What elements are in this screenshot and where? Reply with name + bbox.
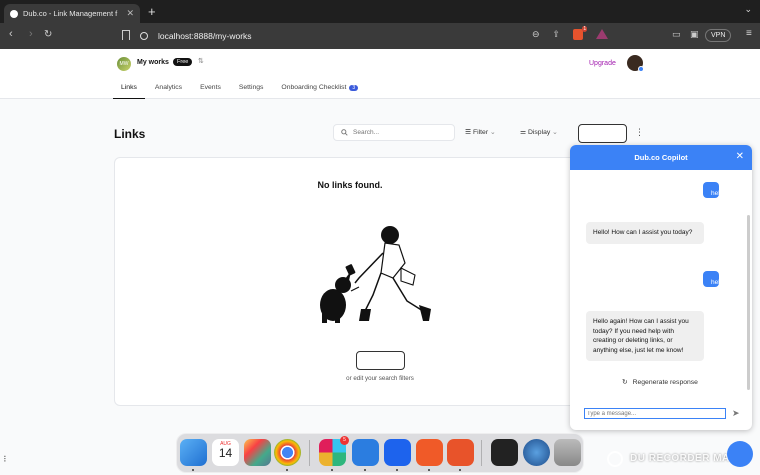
- tab-onboarding-checklist[interactable]: Onboarding Checklist 3: [273, 80, 366, 99]
- workspace-tabs: Links Analytics Events Settings Onboardi…: [113, 80, 368, 99]
- filter-icon: ☰: [465, 129, 472, 136]
- vscode-icon[interactable]: [352, 439, 379, 466]
- dub-favicon-icon: [10, 9, 18, 18]
- more-options-icon[interactable]: ⋮: [635, 127, 644, 138]
- regenerate-label: Regenerate response: [632, 379, 698, 386]
- chrome-icon[interactable]: [274, 439, 301, 466]
- wallet-icon[interactable]: ▣: [690, 29, 699, 40]
- bookmark-icon[interactable]: [122, 30, 130, 40]
- tab-label: Analytics: [154, 84, 183, 91]
- tab-dropdown-icon[interactable]: ⌄: [744, 4, 752, 15]
- page-title: Links: [114, 127, 146, 141]
- docker-icon[interactable]: [384, 439, 411, 466]
- browser-tab-bar: Dub.co - Link Management f ✕ + ⌄: [0, 0, 760, 23]
- create-link-placeholder-button[interactable]: [356, 351, 405, 370]
- share-icon[interactable]: ⇪: [553, 29, 561, 40]
- tab-label: Settings: [238, 84, 264, 91]
- vpn-button[interactable]: VPN: [705, 29, 732, 42]
- checklist-count-badge: 3: [349, 85, 359, 91]
- empty-state-subtitle: or edit your search filters: [346, 375, 414, 382]
- tab-label: Links: [121, 84, 137, 91]
- send-icon[interactable]: ➤: [732, 408, 740, 419]
- brave-rewards-icon[interactable]: [596, 29, 609, 39]
- du-recorder-icon[interactable]: [447, 439, 474, 466]
- display-label: Display: [527, 129, 551, 136]
- forward-icon[interactable]: ›: [29, 28, 33, 40]
- brave-shields-badge: 1: [582, 26, 588, 32]
- tab-label: Events: [200, 84, 221, 91]
- browser-menu-icon[interactable]: ≡: [746, 28, 752, 39]
- refresh-icon: ↻: [622, 379, 628, 386]
- folder-icon[interactable]: [491, 439, 518, 466]
- calendar-icon[interactable]: AUG 14: [212, 439, 239, 466]
- tab-settings[interactable]: Settings: [231, 80, 272, 99]
- browser-tab-title: Dub.co - Link Management f: [23, 9, 118, 18]
- status-dot: [638, 66, 644, 72]
- close-tab-icon[interactable]: ✕: [126, 8, 134, 19]
- plan-badge: Free: [173, 58, 193, 66]
- tab-analytics[interactable]: Analytics: [147, 80, 190, 99]
- upgrade-link[interactable]: Upgrade: [589, 60, 616, 67]
- app-header: MW My works Free ⇅ Upgrade Links Analyti…: [0, 49, 760, 99]
- filter-label: Filter: [472, 129, 489, 136]
- search-box[interactable]: [333, 124, 455, 141]
- bot-message: Hello! How can I assist you today?: [586, 222, 704, 244]
- recorder-watermark-icon: [607, 451, 623, 467]
- zoom-icon[interactable]: ⊖: [532, 29, 540, 40]
- regenerate-button[interactable]: ↻ Regenerate response: [622, 378, 698, 386]
- sliders-icon: ⚌: [520, 129, 527, 136]
- brave-shields-icon[interactable]: 1: [573, 26, 588, 40]
- recorder-watermark: DU RECORDER MAC: [630, 453, 738, 464]
- user-avatar[interactable]: [627, 55, 644, 72]
- search-icon: [341, 129, 348, 136]
- url-text: localhost:8888/my-works: [158, 31, 252, 41]
- search-input[interactable]: [353, 129, 448, 136]
- tab-links[interactable]: Links: [113, 80, 145, 99]
- brave-browser-icon[interactable]: [416, 439, 443, 466]
- slack-icon[interactable]: 5: [319, 436, 349, 466]
- calendar-day: 14: [218, 446, 233, 460]
- user-message: hello: [703, 271, 725, 287]
- address-bar: ‹ › ↻ localhost:8888/my-works ⊖ ⇪ 1 ▭ ▣ …: [0, 23, 760, 49]
- tab-label: Onboarding Checklist: [281, 84, 347, 91]
- close-icon[interactable]: ✕: [736, 151, 744, 162]
- workspace-switcher-icon[interactable]: ⇅: [198, 57, 204, 65]
- filter-button[interactable]: ☰ Filter ⌄: [465, 128, 496, 136]
- user-message: hello: [703, 182, 725, 198]
- launchpad-icon[interactable]: [244, 439, 271, 466]
- workspace-name[interactable]: My works: [137, 59, 169, 66]
- copilot-scrollbar[interactable]: [747, 215, 750, 390]
- copilot-title: Dub.co Copilot: [634, 153, 688, 162]
- copilot-header: Dub.co Copilot ✕: [570, 145, 752, 170]
- display-button[interactable]: ⚌ Display ⌄: [520, 128, 558, 136]
- sidebar-toggle-icon[interactable]: ▭: [672, 29, 681, 40]
- globe-icon[interactable]: [523, 439, 550, 466]
- copilot-chat-button[interactable]: [727, 441, 753, 467]
- toolbar-icons: ⊖ ⇪ 1: [532, 26, 609, 40]
- bot-message: Hello again! How can I assist you today?…: [586, 311, 704, 361]
- reload-icon[interactable]: ↻: [44, 29, 52, 40]
- tab-events[interactable]: Events: [192, 80, 229, 99]
- create-link-button[interactable]: [578, 124, 627, 143]
- macos-dock: AUG 14 5: [176, 433, 584, 473]
- chevron-down-icon: ⌄: [552, 129, 558, 136]
- slack-badge: 5: [340, 436, 349, 445]
- copilot-message-input[interactable]: [584, 408, 726, 419]
- browser-tab[interactable]: Dub.co - Link Management f ✕: [4, 4, 140, 23]
- trash-icon[interactable]: [554, 439, 581, 466]
- empty-state-title: No links found.: [317, 180, 383, 190]
- back-icon[interactable]: ‹: [9, 28, 13, 40]
- workspace-avatar[interactable]: MW: [117, 57, 131, 71]
- chevron-down-icon: ⌄: [489, 129, 496, 136]
- new-tab-icon[interactable]: +: [148, 4, 156, 19]
- finder-icon[interactable]: [180, 439, 207, 466]
- site-info-icon[interactable]: [140, 32, 148, 40]
- side-handle-icon: ⠇: [3, 455, 9, 464]
- links-card: No links found. or edit your search filt…: [114, 157, 584, 406]
- empty-state-illustration: [320, 226, 431, 323]
- copilot-panel: Dub.co Copilot ✕ hello Hello! How can I …: [570, 145, 752, 430]
